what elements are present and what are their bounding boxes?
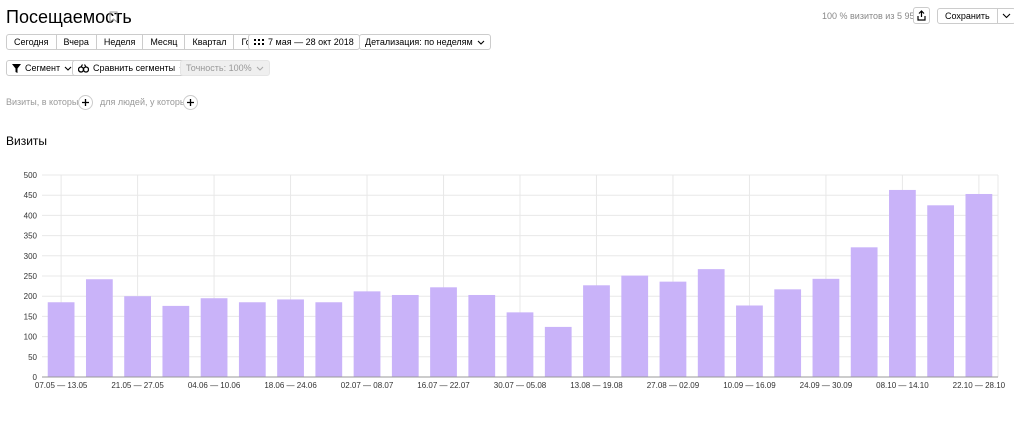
bar bbox=[468, 294, 496, 377]
visits-bar-chart: 05010015020025030035040045050007.05 — 13… bbox=[24, 171, 1006, 390]
y-tick-label: 200 bbox=[24, 292, 38, 301]
period-selector: Сегодня Вчера Неделя Месяц Квартал Год bbox=[6, 34, 264, 50]
chevron-down-icon bbox=[256, 66, 263, 71]
bar bbox=[85, 279, 113, 377]
period-today-button[interactable]: Сегодня bbox=[7, 35, 56, 49]
y-tick-label: 450 bbox=[24, 191, 38, 200]
accuracy-dropdown: Точность: 100% bbox=[180, 60, 270, 76]
add-visit-filter-button[interactable] bbox=[78, 95, 93, 110]
date-range-button[interactable]: 7 мая — 28 окт 2018 bbox=[248, 34, 360, 50]
bar bbox=[315, 302, 343, 377]
section-title: Визиты bbox=[6, 134, 48, 148]
bar bbox=[200, 298, 228, 377]
bar bbox=[124, 296, 151, 377]
y-tick-label: 500 bbox=[24, 171, 38, 180]
x-tick-label: 21.05 — 27.05 bbox=[111, 381, 164, 390]
accuracy-label: Точность: 100% bbox=[186, 63, 252, 73]
save-button-group: Сохранить bbox=[937, 8, 1014, 24]
bar bbox=[889, 189, 916, 377]
x-tick-label: 10.09 — 16.09 bbox=[723, 381, 776, 390]
bar bbox=[812, 278, 840, 377]
bar bbox=[736, 305, 763, 377]
period-yesterday-button[interactable]: Вчера bbox=[55, 35, 96, 49]
y-tick-label: 100 bbox=[24, 333, 38, 342]
bar bbox=[774, 289, 802, 377]
x-tick-label: 08.10 — 14.10 bbox=[876, 381, 929, 390]
bar bbox=[277, 299, 304, 377]
x-tick-label: 07.05 — 13.05 bbox=[35, 381, 88, 390]
y-tick-label: 400 bbox=[24, 211, 38, 220]
compare-label: Сравнить сегменты bbox=[93, 63, 176, 73]
bar bbox=[238, 302, 266, 377]
x-tick-label: 22.10 — 28.10 bbox=[953, 381, 1006, 390]
bar bbox=[583, 285, 610, 377]
segment-label: Сегмент bbox=[25, 63, 61, 73]
chevron-down-icon bbox=[64, 66, 72, 71]
compare-segments-button[interactable]: Сравнить сегменты bbox=[72, 60, 194, 76]
x-tick-label: 16.07 — 22.07 bbox=[417, 381, 470, 390]
bar bbox=[621, 275, 649, 377]
date-range-label: 7 мая — 28 окт 2018 bbox=[268, 37, 354, 47]
bar bbox=[927, 205, 955, 377]
y-tick-label: 300 bbox=[24, 252, 38, 261]
plus-icon bbox=[82, 99, 89, 106]
bar bbox=[965, 193, 993, 377]
period-week-button[interactable]: Неделя bbox=[95, 35, 142, 49]
bar bbox=[506, 312, 534, 377]
x-tick-label: 27.08 — 02.09 bbox=[647, 381, 700, 390]
x-tick-label: 02.07 — 08.07 bbox=[341, 381, 394, 390]
period-month-button[interactable]: Месяц bbox=[142, 35, 184, 49]
y-tick-label: 250 bbox=[24, 272, 38, 281]
bar bbox=[430, 287, 457, 377]
bar bbox=[47, 302, 75, 377]
period-quarter-button[interactable]: Квартал bbox=[184, 35, 233, 49]
bar bbox=[850, 247, 878, 377]
export-icon bbox=[917, 10, 926, 21]
bar bbox=[697, 269, 725, 377]
x-tick-label: 24.09 — 30.09 bbox=[800, 381, 853, 390]
bar bbox=[544, 326, 572, 377]
bar bbox=[391, 294, 419, 377]
bar bbox=[162, 305, 190, 377]
y-tick-label: 150 bbox=[24, 312, 38, 321]
compare-icon bbox=[78, 63, 89, 73]
bookmark-icon[interactable] bbox=[109, 11, 118, 23]
people-filter-label: для людей, у которых bbox=[100, 97, 191, 107]
x-tick-label: 18.06 — 24.06 bbox=[264, 381, 317, 390]
chevron-down-icon bbox=[477, 40, 485, 45]
segment-button[interactable]: Сегмент bbox=[6, 60, 79, 76]
filter-icon bbox=[12, 63, 21, 73]
x-tick-label: 30.07 — 05.08 bbox=[494, 381, 547, 390]
save-button[interactable]: Сохранить bbox=[938, 9, 998, 23]
visits-filter-label: Визиты, в которых bbox=[6, 97, 83, 107]
y-tick-label: 50 bbox=[28, 353, 37, 362]
plus-icon bbox=[187, 99, 194, 106]
save-menu-button[interactable] bbox=[998, 9, 1014, 23]
detail-label: Детализация: по неделям bbox=[365, 37, 473, 47]
y-tick-label: 350 bbox=[24, 232, 38, 241]
detail-dropdown[interactable]: Детализация: по неделям bbox=[359, 34, 491, 50]
export-button[interactable] bbox=[913, 7, 930, 24]
calendar-icon bbox=[254, 38, 264, 45]
x-tick-label: 13.08 — 19.08 bbox=[570, 381, 623, 390]
add-people-filter-button[interactable] bbox=[183, 95, 198, 110]
visits-stat: 100 % визитов из 5 952 bbox=[822, 11, 920, 21]
bar bbox=[353, 291, 381, 377]
bar bbox=[659, 281, 687, 377]
chevron-down-icon bbox=[1002, 13, 1011, 19]
x-tick-label: 04.06 — 10.06 bbox=[188, 381, 241, 390]
